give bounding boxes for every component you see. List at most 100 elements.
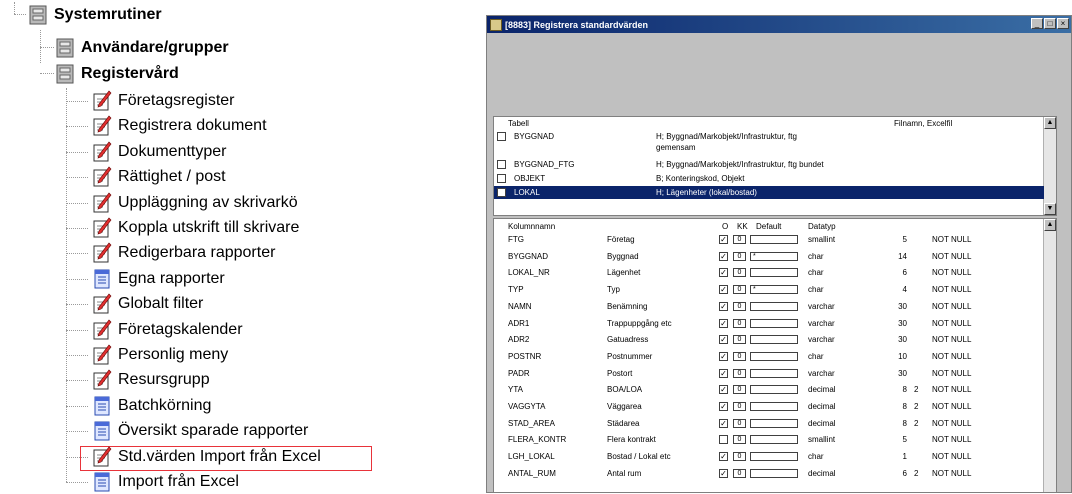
default-field[interactable]	[750, 235, 798, 244]
o-checkbox[interactable]: ✓	[719, 301, 728, 311]
table-list-scrollbar[interactable]: ▲ ▼	[1043, 117, 1056, 215]
kk-field[interactable]: 0	[733, 301, 746, 311]
default-field[interactable]	[750, 402, 798, 411]
tree-item[interactable]: Personlig meny	[92, 343, 228, 367]
window-titlebar[interactable]: [8883] Registrera standardvärden _ □ ×	[487, 16, 1071, 33]
kk-field[interactable]: 0	[733, 351, 746, 361]
kk-field[interactable]: 0	[733, 285, 746, 295]
kk-field[interactable]: 0	[733, 235, 746, 244]
column-desc: Postort	[607, 368, 633, 378]
tree-item-label: Globalt filter	[118, 295, 204, 313]
o-checkbox[interactable]: ✓	[719, 268, 728, 278]
default-field[interactable]	[750, 452, 798, 462]
tree-item[interactable]: Översikt sparade rapporter	[92, 419, 308, 443]
table-checkbox[interactable]	[497, 188, 506, 197]
table-checkbox[interactable]	[497, 174, 506, 183]
tree-item[interactable]: Redigerbara rapporter	[92, 241, 275, 265]
tree-group-users[interactable]: Användare/grupper	[55, 36, 229, 60]
default-field[interactable]: *	[750, 251, 798, 261]
kk-field[interactable]: 0	[733, 385, 746, 395]
kk-field[interactable]: 0	[733, 402, 746, 411]
tree-group-registervard[interactable]: Registervård	[55, 62, 179, 86]
pencil-document-icon	[92, 192, 112, 214]
tree-connector	[66, 278, 88, 280]
o-checkbox[interactable]: ✓	[719, 418, 728, 428]
close-button[interactable]: ×	[1057, 18, 1069, 29]
kk-field[interactable]: 0	[733, 268, 746, 278]
minimize-button[interactable]: _	[1031, 18, 1043, 29]
default-field[interactable]	[750, 351, 798, 361]
column-desc: Väggarea	[607, 402, 642, 411]
tree-item[interactable]: Dokumenttyper	[92, 140, 227, 164]
tree-item[interactable]: Std.värden Import från Excel	[92, 445, 321, 469]
tree-item[interactable]: Företagsregister	[92, 89, 235, 113]
scroll-up-icon[interactable]: ▲	[1044, 219, 1056, 231]
o-checkbox[interactable]: ✓	[719, 351, 728, 361]
o-checkbox[interactable]: ✓	[719, 235, 728, 244]
table-row-selected[interactable]	[494, 186, 1044, 199]
kk-field[interactable]: 0	[733, 318, 746, 328]
default-field[interactable]: *	[750, 285, 798, 295]
kk-field[interactable]: 0	[733, 418, 746, 428]
tree-item[interactable]: Resursgrupp	[92, 368, 210, 392]
o-checkbox[interactable]: ✓	[719, 285, 728, 295]
kk-field[interactable]: 0	[733, 435, 746, 445]
folder-cabinet-icon	[55, 37, 75, 59]
tree-item[interactable]: Rättighet / post	[92, 165, 226, 189]
default-field[interactable]	[750, 385, 798, 395]
default-field[interactable]	[750, 335, 798, 345]
o-checkbox[interactable]: ✓	[719, 251, 728, 261]
tree-item[interactable]: Globalt filter	[92, 292, 203, 316]
column-grid-scrollbar[interactable]: ▲	[1043, 219, 1056, 492]
o-checkbox[interactable]: ✓	[719, 385, 728, 395]
kk-field[interactable]: 0	[733, 335, 746, 345]
default-field[interactable]	[750, 268, 798, 278]
tree-item[interactable]: Egna rapporter	[92, 267, 225, 291]
kk-field[interactable]: 0	[733, 452, 746, 462]
table-checkbox[interactable]	[497, 160, 506, 169]
default-field[interactable]	[750, 418, 798, 428]
tree-connector	[66, 126, 88, 128]
tree-root-systemrutiner[interactable]: Systemrutiner	[28, 3, 162, 27]
report-document-icon	[92, 268, 112, 290]
default-field[interactable]	[750, 368, 798, 378]
scroll-up-icon[interactable]: ▲	[1044, 117, 1056, 129]
default-field[interactable]	[750, 301, 798, 311]
table-list[interactable]: Tabell Filnamn, Excelfil ▲ ▼ BYGGNAD H; B…	[493, 116, 1057, 216]
report-document-icon	[92, 420, 112, 442]
length: 14	[898, 251, 907, 261]
tree-item-label: Redigerbara rapporter	[118, 244, 276, 262]
o-checkbox[interactable]: ✓	[719, 452, 728, 462]
default-field[interactable]	[750, 435, 798, 445]
o-checkbox[interactable]: ✓	[719, 402, 728, 411]
length: 30	[898, 301, 907, 311]
table-checkbox[interactable]	[497, 132, 506, 141]
kk-field[interactable]: 0	[733, 251, 746, 261]
column-grid[interactable]: Kolumnnamn O KK Default Datatyp ▲ FTG För…	[493, 218, 1057, 492]
tree-connector	[66, 253, 88, 255]
datatype: smallint	[808, 235, 836, 244]
o-checkbox[interactable]: ✓	[719, 368, 728, 378]
tree-item[interactable]: Registrera dokument	[92, 114, 267, 138]
length: 6	[902, 468, 907, 478]
column-name: FTG	[508, 235, 524, 244]
tree-item[interactable]: Koppla utskrift till skrivare	[92, 216, 299, 240]
default-field[interactable]	[750, 318, 798, 328]
kk-field[interactable]: 0	[733, 368, 746, 378]
scroll-down-icon[interactable]: ▼	[1044, 203, 1056, 215]
o-checkbox[interactable]: ✓	[719, 335, 728, 345]
o-checkbox[interactable]: ✓	[719, 318, 728, 328]
column-name: POSTNR	[508, 351, 542, 361]
default-field[interactable]	[750, 468, 798, 478]
tree-connector	[66, 456, 88, 458]
kk-field[interactable]: 0	[733, 468, 746, 478]
tree-item[interactable]: Import från Excel	[92, 470, 239, 494]
tree-item[interactable]: Batchkörning	[92, 394, 211, 418]
o-checkbox[interactable]: ✓	[719, 468, 728, 478]
col-header-name: Kolumnnamn	[508, 222, 556, 231]
tree-item[interactable]: Företagskalender	[92, 318, 243, 342]
pencil-document-icon	[92, 319, 112, 341]
maximize-button[interactable]: □	[1044, 18, 1056, 29]
tree-item[interactable]: Uppläggning av skrivarkö	[92, 191, 298, 215]
o-checkbox[interactable]	[719, 435, 728, 445]
